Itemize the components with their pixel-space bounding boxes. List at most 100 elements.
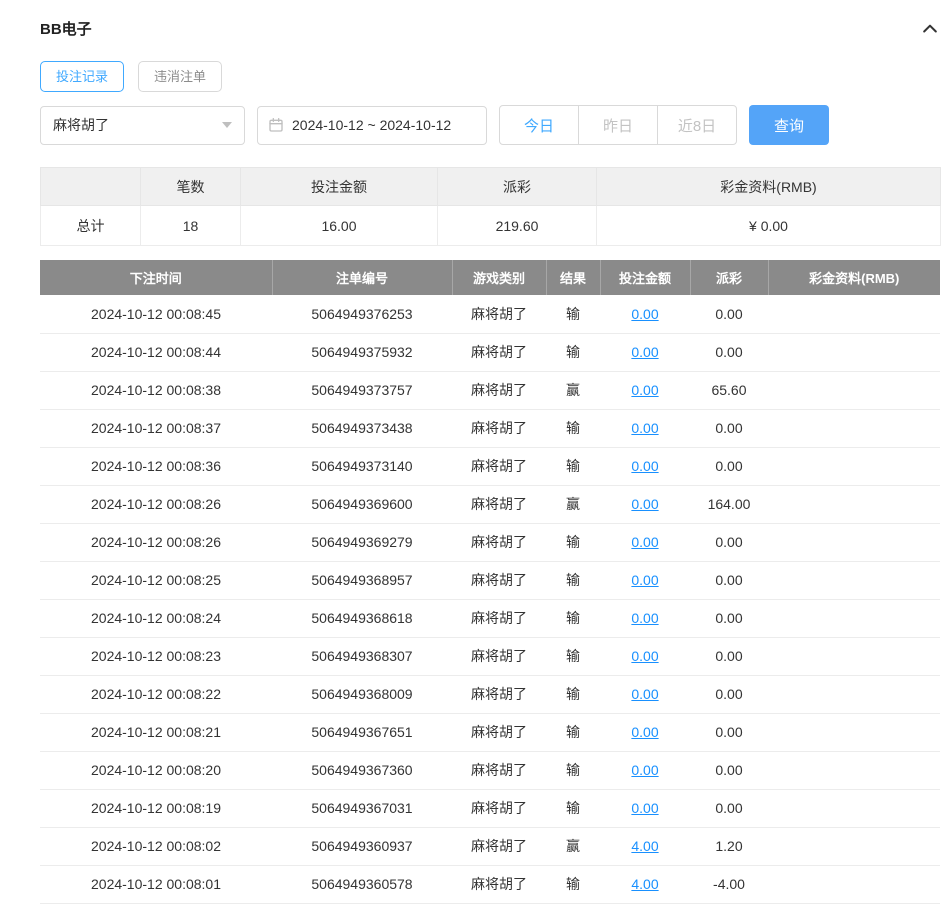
date-range-input[interactable]: 2024-10-12 ~ 2024-10-12 [257,105,487,145]
summary-header-count: 笔数 [140,167,241,206]
table-row: 2024-10-12 00:08:26 5064949369279 麻将胡了 输… [40,523,940,562]
order-number-cell: 5064949368618 [272,599,452,638]
bonus-cell [768,447,940,486]
bet-amount-link[interactable]: 0.00 [631,762,658,778]
summary-payout-value: 219.60 [437,205,597,246]
bet-amount-cell: 0.00 [600,371,690,410]
bet-amount-cell: 0.00 [600,295,690,334]
bet-amount-link[interactable]: 0.00 [631,458,658,474]
tab-voided-orders[interactable]: 违消注单 [138,61,223,92]
bet-time-cell: 2024-10-12 00:08:25 [40,561,272,600]
bonus-cell [768,713,940,752]
bet-time-cell: 2024-10-12 00:08:44 [40,333,272,372]
bet-time-cell: 2024-10-12 00:08:23 [40,637,272,676]
game-select[interactable]: 麻将胡了 [40,105,245,145]
bet-amount-link[interactable]: 0.00 [631,534,658,550]
bet-time-cell: 2024-10-12 00:08:36 [40,447,272,486]
bet-amount-link[interactable]: 0.00 [631,800,658,816]
bet-amount-link[interactable]: 0.00 [631,420,658,436]
bet-amount-link[interactable]: 0.00 [631,724,658,740]
bet-time-cell: 2024-10-12 00:08:19 [40,789,272,828]
bet-amount-link[interactable]: 4.00 [631,876,658,892]
result-cell: 输 [546,409,600,448]
bet-amount-cell: 0.00 [600,485,690,524]
summary-total-label: 总计 [40,205,141,246]
table-row: 2024-10-12 00:08:23 5064949368307 麻将胡了 输… [40,637,940,676]
header-bet-time: 下注时间 [40,260,273,295]
bonus-cell [768,789,940,828]
bet-amount-cell: 0.00 [600,599,690,638]
bet-amount-cell: 0.00 [600,333,690,372]
bet-amount-cell: 0.00 [600,447,690,486]
payout-cell: 0.00 [690,447,768,486]
record-tabs: 投注记录 违消注单 [40,61,940,92]
bet-amount-link[interactable]: 0.00 [631,648,658,664]
bet-amount-link[interactable]: 4.00 [631,838,658,854]
payout-cell: 65.60 [690,371,768,410]
bet-amount-link[interactable]: 0.00 [631,496,658,512]
table-row: 2024-10-12 00:08:19 5064949367031 麻将胡了 输… [40,789,940,828]
bonus-cell [768,409,940,448]
search-button[interactable]: 查询 [749,105,829,145]
quick-filter-last-8-days[interactable]: 近8日 [657,105,737,145]
bonus-cell [768,675,940,714]
order-number-cell: 5064949360937 [272,827,452,866]
game-type-cell: 麻将胡了 [452,789,546,828]
bonus-cell [768,523,940,562]
quick-date-filters: 今日 昨日 近8日 [499,105,737,145]
order-number-cell: 5064949368957 [272,561,452,600]
tab-betting-records[interactable]: 投注记录 [40,61,125,92]
bet-amount-cell: 0.00 [600,675,690,714]
page-title: BB电子 [40,21,92,38]
order-number-cell: 5064949373438 [272,409,452,448]
order-number-cell: 5064949375932 [272,333,452,372]
summary-header-payout: 派彩 [437,167,597,206]
quick-filter-today[interactable]: 今日 [499,105,579,145]
result-cell: 输 [546,295,600,334]
result-cell: 输 [546,599,600,638]
bet-amount-link[interactable]: 0.00 [631,686,658,702]
payout-cell: 0.00 [690,637,768,676]
header-order-number: 注单编号 [272,260,453,295]
game-type-cell: 麻将胡了 [452,751,546,790]
result-cell: 赢 [546,827,600,866]
table-row: 2024-10-12 00:08:02 5064949360937 麻将胡了 赢… [40,827,940,866]
table-row: 2024-10-12 00:08:44 5064949375932 麻将胡了 输… [40,333,940,372]
bet-time-cell: 2024-10-12 00:08:01 [40,865,272,904]
chevron-down-icon [222,122,232,128]
game-type-cell: 麻将胡了 [452,713,546,752]
bet-amount-cell: 0.00 [600,751,690,790]
game-type-cell: 麻将胡了 [452,561,546,600]
bet-amount-link[interactable]: 0.00 [631,610,658,626]
result-cell: 输 [546,523,600,562]
bet-amount-link[interactable]: 0.00 [631,572,658,588]
table-row: 2024-10-12 00:08:26 5064949369600 麻将胡了 赢… [40,485,940,524]
header-result: 结果 [546,260,601,295]
table-row: 2024-10-12 00:08:21 5064949367651 麻将胡了 输… [40,713,940,752]
quick-filter-yesterday[interactable]: 昨日 [578,105,658,145]
order-number-cell: 5064949367360 [272,751,452,790]
game-type-cell: 麻将胡了 [452,485,546,524]
result-cell: 赢 [546,485,600,524]
payout-cell: 0.00 [690,599,768,638]
bonus-cell [768,333,940,372]
bet-amount-cell: 0.00 [600,789,690,828]
game-type-cell: 麻将胡了 [452,295,546,334]
payout-cell: 0.00 [690,409,768,448]
bet-amount-link[interactable]: 0.00 [631,382,658,398]
result-cell: 输 [546,447,600,486]
game-type-cell: 麻将胡了 [452,523,546,562]
collapse-panel-button[interactable] [920,19,940,39]
summary-header-row: 笔数 投注金额 派彩 彩金资料(RMB) [40,167,941,206]
bet-amount-link[interactable]: 0.00 [631,344,658,360]
bet-amount-link[interactable]: 0.00 [631,306,658,322]
summary-header-bonus: 彩金资料(RMB) [596,167,941,206]
order-number-cell: 5064949360578 [272,865,452,904]
order-number-cell: 5064949373757 [272,371,452,410]
bonus-cell [768,827,940,866]
records-header-row: 下注时间 注单编号 游戏类别 结果 投注金额 派彩 彩金资料(RMB) [40,260,940,295]
date-range-value: 2024-10-12 ~ 2024-10-12 [292,117,452,133]
records-tbody: 2024-10-12 00:08:45 5064949376253 麻将胡了 输… [40,295,940,904]
payout-cell: 0.00 [690,561,768,600]
table-row: 2024-10-12 00:08:37 5064949373438 麻将胡了 输… [40,409,940,448]
